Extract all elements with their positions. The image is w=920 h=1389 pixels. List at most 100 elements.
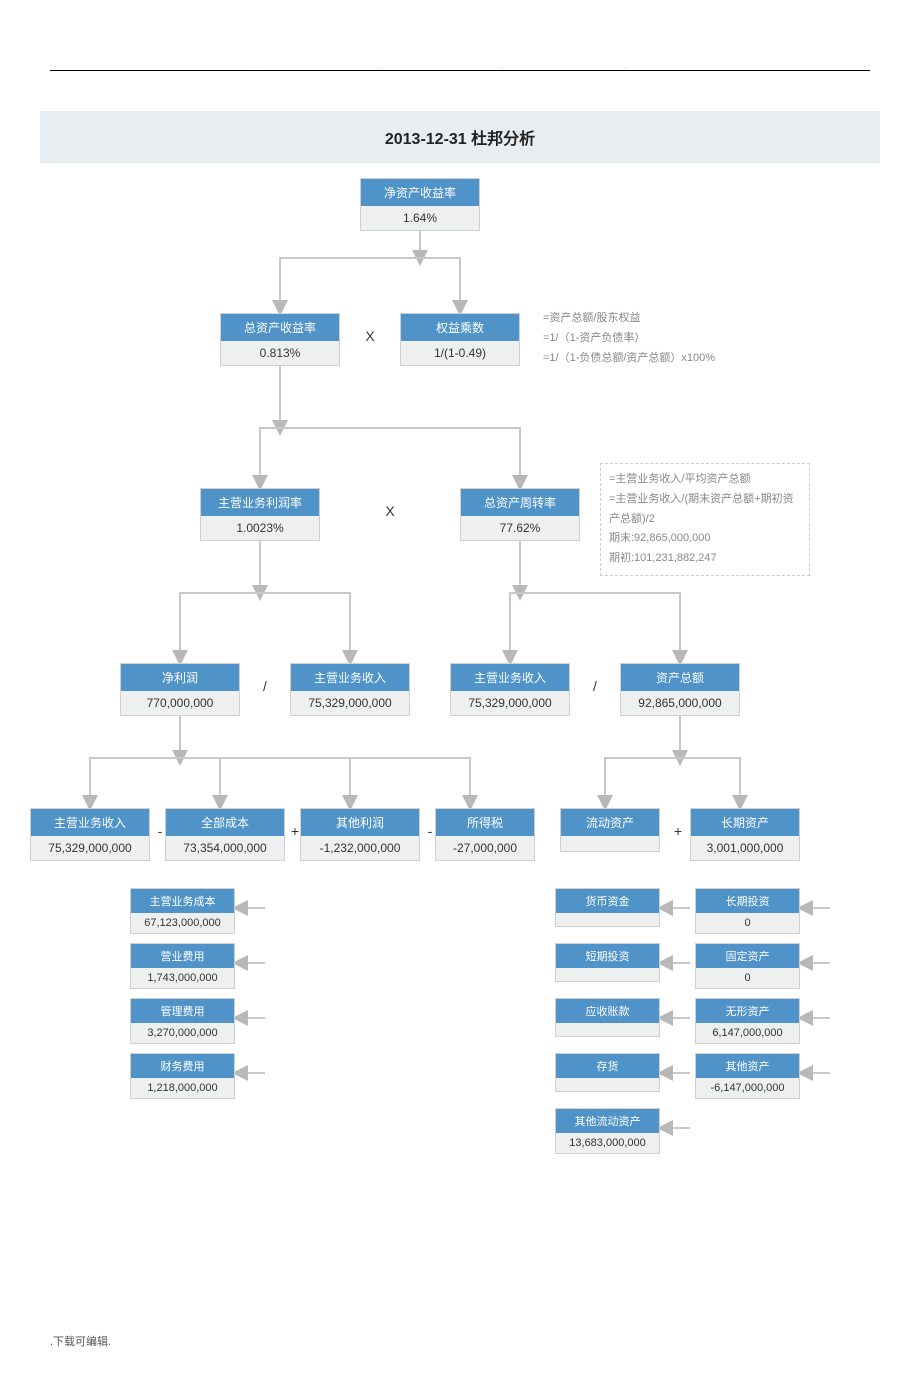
node-othercur: 其他流动资产 13,683,000,000	[555, 1108, 660, 1154]
note-eqmult-l1: =资产总额/股东权益	[543, 309, 715, 329]
node-cash-label: 货币资金	[555, 888, 660, 913]
note-turnover-l4: 期初:101,231,882,247	[609, 549, 801, 569]
node-ar-label: 应收账款	[555, 998, 660, 1023]
node-roe: 净资产收益率 1.64%	[360, 178, 480, 231]
node-turnover: 总资产周转率 77.62%	[460, 488, 580, 541]
node-eqmult-value: 1/(1-0.49)	[400, 341, 520, 366]
node-otherprof: 其他利润 -1,232,000,000	[300, 808, 420, 861]
node-revenue2-value: 75,329,000,000	[450, 691, 570, 716]
node-othercur-value: 13,683,000,000	[555, 1133, 660, 1154]
node-intang: 无形资产 6,147,000,000	[695, 998, 800, 1044]
note-eqmult-l3: =1/（1-负债总额/资产总额）x100%	[543, 349, 715, 369]
node-totalasset-value: 92,865,000,000	[620, 691, 740, 716]
note-eqmult-l2: =1/（1-资产负债率）	[543, 329, 715, 349]
node-netprofit-value: 770,000,000	[120, 691, 240, 716]
node-cash: 货币资金	[555, 888, 660, 927]
node-revenue1-label: 主营业务收入	[290, 663, 410, 691]
node-inv: 存货	[555, 1053, 660, 1092]
node-revenue1-value: 75,329,000,000	[290, 691, 410, 716]
op-divide-1: /	[255, 678, 275, 694]
footer-text: .下载可编辑.	[50, 1333, 920, 1349]
note-eqmult: =资产总额/股东权益 =1/（1-资产负债率） =1/（1-负债总额/资产总额）…	[535, 303, 723, 374]
title-bar: 2013-12-31 杜邦分析	[40, 111, 880, 163]
node-otherprof-value: -1,232,000,000	[300, 836, 420, 861]
node-opmargin-value: 1.0023%	[200, 516, 320, 541]
node-otherast: 其他资产 -6,147,000,000	[695, 1053, 800, 1099]
node-eqmult-label: 权益乘数	[400, 313, 520, 341]
node-ltinv-label: 长期投资	[695, 888, 800, 913]
node-roa-label: 总资产收益率	[220, 313, 340, 341]
node-eqmult: 权益乘数 1/(1-0.49)	[400, 313, 520, 366]
node-tax-label: 所得税	[435, 808, 535, 836]
node-ltinv-value: 0	[695, 913, 800, 934]
node-turnover-label: 总资产周转率	[460, 488, 580, 516]
node-allcost-value: 73,354,000,000	[165, 836, 285, 861]
node-revenue1: 主营业务收入 75,329,000,000	[290, 663, 410, 716]
node-revenue2-label: 主营业务收入	[450, 663, 570, 691]
note-turnover-l2: =主营业务收入/(期末资产总额+期初资产总额)/2	[609, 490, 801, 530]
node-ltasset-label: 长期资产	[690, 808, 800, 836]
node-intang-value: 6,147,000,000	[695, 1023, 800, 1044]
node-cogs-label: 主营业务成本	[130, 888, 235, 913]
node-fixed: 固定资产 0	[695, 943, 800, 989]
op-multiply-2: X	[380, 503, 400, 519]
node-sellexp-value: 1,743,000,000	[130, 968, 235, 989]
node-curasset-value	[560, 836, 660, 852]
node-revenue3: 主营业务收入 75,329,000,000	[30, 808, 150, 861]
node-roa: 总资产收益率 0.813%	[220, 313, 340, 366]
note-turnover-l1: =主营业务收入/平均资产总额	[609, 470, 801, 490]
node-otherprof-label: 其他利润	[300, 808, 420, 836]
op-multiply-1: X	[360, 328, 380, 344]
node-opmargin: 主营业务利润率 1.0023%	[200, 488, 320, 541]
node-sellexp: 营业费用 1,743,000,000	[130, 943, 235, 989]
node-mgmtexp-value: 3,270,000,000	[130, 1023, 235, 1044]
node-fixed-label: 固定资产	[695, 943, 800, 968]
node-mgmtexp-label: 管理费用	[130, 998, 235, 1023]
node-roa-value: 0.813%	[220, 341, 340, 366]
node-revenue3-value: 75,329,000,000	[30, 836, 150, 861]
node-roe-label: 净资产收益率	[360, 178, 480, 206]
node-totalasset: 资产总额 92,865,000,000	[620, 663, 740, 716]
node-sellexp-label: 营业费用	[130, 943, 235, 968]
node-finexp-label: 财务费用	[130, 1053, 235, 1078]
node-ar-value	[555, 1023, 660, 1037]
node-revenue2: 主营业务收入 75,329,000,000	[450, 663, 570, 716]
node-curasset-label: 流动资产	[560, 808, 660, 836]
node-intang-label: 无形资产	[695, 998, 800, 1023]
node-cogs: 主营业务成本 67,123,000,000	[130, 888, 235, 934]
node-revenue3-label: 主营业务收入	[30, 808, 150, 836]
node-ltinv: 长期投资 0	[695, 888, 800, 934]
note-turnover-l3: 期末:92,865,000,000	[609, 529, 801, 549]
node-netprofit: 净利润 770,000,000	[120, 663, 240, 716]
node-cogs-value: 67,123,000,000	[130, 913, 235, 934]
node-stinv: 短期投资	[555, 943, 660, 982]
diagram-container: 2013-12-31 杜邦分析	[0, 71, 920, 1303]
diagram-stage: 净资产收益率 1.64% 总资产收益率 0.813% X 权益乘数 1/(1-0…	[40, 163, 880, 1263]
node-inv-label: 存货	[555, 1053, 660, 1078]
node-allcost: 全部成本 73,354,000,000	[165, 808, 285, 861]
node-ltasset: 长期资产 3,001,000,000	[690, 808, 800, 861]
node-roe-value: 1.64%	[360, 206, 480, 231]
node-turnover-value: 77.62%	[460, 516, 580, 541]
node-inv-value	[555, 1078, 660, 1092]
node-fixed-value: 0	[695, 968, 800, 989]
note-turnover: =主营业务收入/平均资产总额 =主营业务收入/(期末资产总额+期初资产总额)/2…	[600, 463, 810, 576]
node-finexp-value: 1,218,000,000	[130, 1078, 235, 1099]
op-divide-2: /	[585, 678, 605, 694]
node-stinv-value	[555, 968, 660, 982]
node-finexp: 财务费用 1,218,000,000	[130, 1053, 235, 1099]
node-tax: 所得税 -27,000,000	[435, 808, 535, 861]
node-allcost-label: 全部成本	[165, 808, 285, 836]
node-tax-value: -27,000,000	[435, 836, 535, 861]
node-otherast-value: -6,147,000,000	[695, 1078, 800, 1099]
node-stinv-label: 短期投资	[555, 943, 660, 968]
node-opmargin-label: 主营业务利润率	[200, 488, 320, 516]
node-totalasset-label: 资产总额	[620, 663, 740, 691]
node-cash-value	[555, 913, 660, 927]
node-ltasset-value: 3,001,000,000	[690, 836, 800, 861]
node-otherast-label: 其他资产	[695, 1053, 800, 1078]
node-othercur-label: 其他流动资产	[555, 1108, 660, 1133]
op-plus-2: +	[668, 823, 688, 839]
node-mgmtexp: 管理费用 3,270,000,000	[130, 998, 235, 1044]
node-curasset: 流动资产	[560, 808, 660, 852]
